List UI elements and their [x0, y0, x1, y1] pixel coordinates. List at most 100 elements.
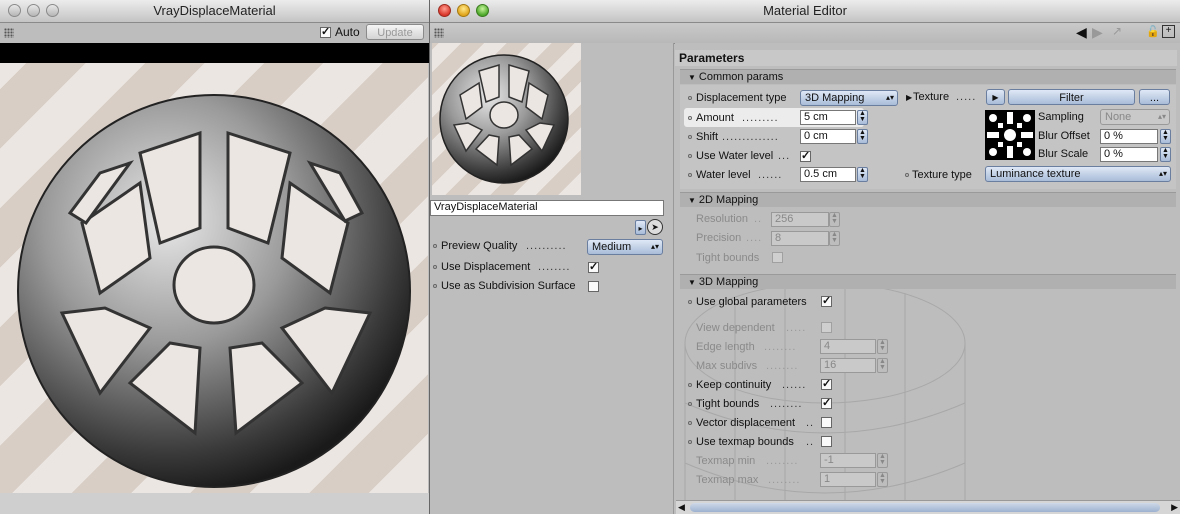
texture-ellipsis-button[interactable]: ...	[1139, 89, 1170, 105]
displacement-type-value: 3D Mapping	[805, 92, 865, 104]
max-subdivs-field[interactable]: 16	[820, 358, 876, 373]
mapping-3d-header[interactable]: ▼ 3D Mapping	[680, 274, 1176, 289]
use-displacement-label: Use Displacement	[441, 261, 531, 273]
texmap-max-label: Texmap max	[696, 474, 759, 486]
preview-quality-dropdown[interactable]: Medium ▴▾	[587, 239, 663, 255]
bullet-icon	[688, 96, 692, 100]
use-global-params-checkbox[interactable]	[821, 294, 832, 307]
amount-stepper[interactable]: ▲ ▼	[857, 110, 868, 125]
vector-displacement-checkbox[interactable]	[821, 417, 832, 428]
water-level-field[interactable]: 0.5 cm	[800, 167, 856, 182]
shift-stepper[interactable]: ▲ ▼	[857, 129, 868, 144]
material-name-field[interactable]: VrayDisplaceMaterial	[430, 200, 664, 216]
bullet-icon	[688, 173, 692, 177]
auto-checkbox[interactable]	[320, 25, 331, 38]
forward-arrow-icon[interactable]: ▶	[1092, 24, 1103, 41]
lock-icon[interactable]: 🔓	[1146, 25, 1160, 38]
texmap-max-stepper[interactable]: ▲ ▼	[877, 472, 888, 487]
dot-leader: ......	[782, 379, 807, 391]
mapping-2d-header[interactable]: ▼ 2D Mapping	[680, 192, 1176, 207]
edge-length-stepper[interactable]: ▲ ▼	[877, 339, 888, 354]
use-displacement-checkbox[interactable]	[588, 260, 599, 273]
texture-menu-button[interactable]: ▶	[986, 89, 1005, 105]
dot-leader: .....	[786, 322, 807, 334]
zoom-button[interactable]	[46, 4, 59, 17]
water-level-stepper[interactable]: ▲ ▼	[857, 167, 868, 182]
edge-length-field[interactable]: 4	[820, 339, 876, 354]
shift-label: Shift	[696, 131, 719, 143]
new-window-icon[interactable]: +	[1162, 25, 1175, 38]
minimize-button[interactable]	[457, 4, 470, 17]
updown-arrow-icon: ▴▾	[650, 242, 660, 251]
bullet-icon	[688, 402, 692, 406]
scrollbar-thumb[interactable]	[690, 503, 1160, 512]
bullet-icon	[433, 244, 437, 248]
material-preview[interactable]	[432, 43, 581, 195]
bullet-icon	[688, 154, 692, 158]
mapping-3d-title: 3D Mapping	[698, 276, 759, 288]
tight-bounds-2d-checkbox[interactable]	[772, 252, 783, 263]
close-button[interactable]	[8, 4, 21, 17]
texture-type-dropdown[interactable]: Luminance texture ▴▾	[985, 166, 1171, 182]
back-arrow-icon[interactable]: ◀	[1076, 24, 1087, 41]
resolution-label: Resolution	[696, 213, 748, 225]
zoom-button[interactable]	[476, 4, 489, 17]
shift-field[interactable]: 0 cm	[800, 129, 856, 144]
blur-scale-field[interactable]: 0 %	[1100, 147, 1158, 162]
precision-stepper[interactable]: ▲ ▼	[829, 231, 840, 246]
texture-filter-button[interactable]: Filter	[1008, 89, 1135, 105]
use-subdivision-checkbox[interactable]	[588, 281, 599, 292]
minimize-button[interactable]	[27, 4, 40, 17]
tight-bounds-3d-checkbox[interactable]	[821, 396, 832, 409]
parameters-header: Parameters	[675, 50, 1177, 66]
bullet-icon	[688, 300, 692, 304]
scroll-right-arrow-icon[interactable]: ▶	[1171, 501, 1178, 513]
resolution-field[interactable]: 256	[771, 212, 829, 227]
bullet-icon	[688, 421, 692, 425]
blur-scale-stepper[interactable]: ▲ ▼	[1160, 147, 1171, 162]
texmap-min-stepper[interactable]: ▲ ▼	[877, 453, 888, 468]
dot-leader: .....	[956, 91, 977, 103]
precision-field[interactable]: 8	[771, 231, 829, 246]
sampling-dropdown[interactable]: None ▴▾	[1100, 109, 1170, 125]
expand-triangle-icon: ▼	[688, 73, 696, 82]
texture-label: Texture	[913, 91, 950, 103]
pick-cursor-icon[interactable]: ➤	[647, 219, 663, 235]
amount-field[interactable]: 5 cm	[800, 110, 856, 125]
editor-titlebar[interactable]: Material Editor	[430, 0, 1180, 23]
viewer-title: VrayDisplaceMaterial	[153, 3, 276, 18]
displacement-type-dropdown[interactable]: 3D Mapping ▴▾	[800, 90, 898, 106]
keep-continuity-label: Keep continuity	[696, 379, 772, 391]
texture-triangle-icon[interactable]: ▶	[906, 93, 912, 102]
blur-offset-field[interactable]: 0 %	[1100, 129, 1158, 144]
blur-offset-stepper[interactable]: ▲ ▼	[1160, 129, 1171, 144]
tight-bounds-2d-label: Tight bounds	[696, 252, 760, 264]
texmap-max-field[interactable]: 1	[820, 472, 876, 487]
texmap-min-field[interactable]: -1	[820, 453, 876, 468]
texture-thumbnail[interactable]	[985, 110, 1035, 160]
window-controls	[8, 4, 59, 17]
viewer-titlebar[interactable]: VrayDisplaceMaterial	[0, 0, 429, 23]
up-arrow-icon[interactable]: ↗	[1112, 24, 1122, 38]
use-texmap-bounds-checkbox[interactable]	[821, 436, 832, 447]
dot-leader: ........	[770, 398, 803, 410]
grip-icon[interactable]	[434, 28, 444, 38]
bullet-icon	[905, 173, 909, 177]
editor-title: Material Editor	[763, 3, 847, 18]
update-button[interactable]: Update	[366, 24, 424, 40]
auto-label: Auto	[335, 25, 360, 39]
horizontal-scrollbar[interactable]: ◀ ▶	[676, 500, 1180, 514]
max-subdivs-stepper[interactable]: ▲ ▼	[877, 358, 888, 373]
resolution-stepper[interactable]: ▲ ▼	[829, 212, 840, 227]
close-button[interactable]	[438, 4, 451, 17]
material-menu-arrow[interactable]: ▸	[635, 220, 646, 235]
view-dependent-checkbox[interactable]	[821, 322, 832, 333]
grip-icon[interactable]	[4, 28, 14, 38]
scroll-left-arrow-icon[interactable]: ◀	[678, 501, 685, 513]
dot-leader: ........	[768, 474, 801, 486]
common-params-header[interactable]: ▼ Common params	[680, 69, 1176, 84]
displaced-sphere-render	[17, 94, 411, 488]
use-water-level-checkbox[interactable]	[800, 149, 811, 162]
max-subdivs-label: Max subdivs	[696, 360, 758, 372]
keep-continuity-checkbox[interactable]	[821, 377, 832, 390]
